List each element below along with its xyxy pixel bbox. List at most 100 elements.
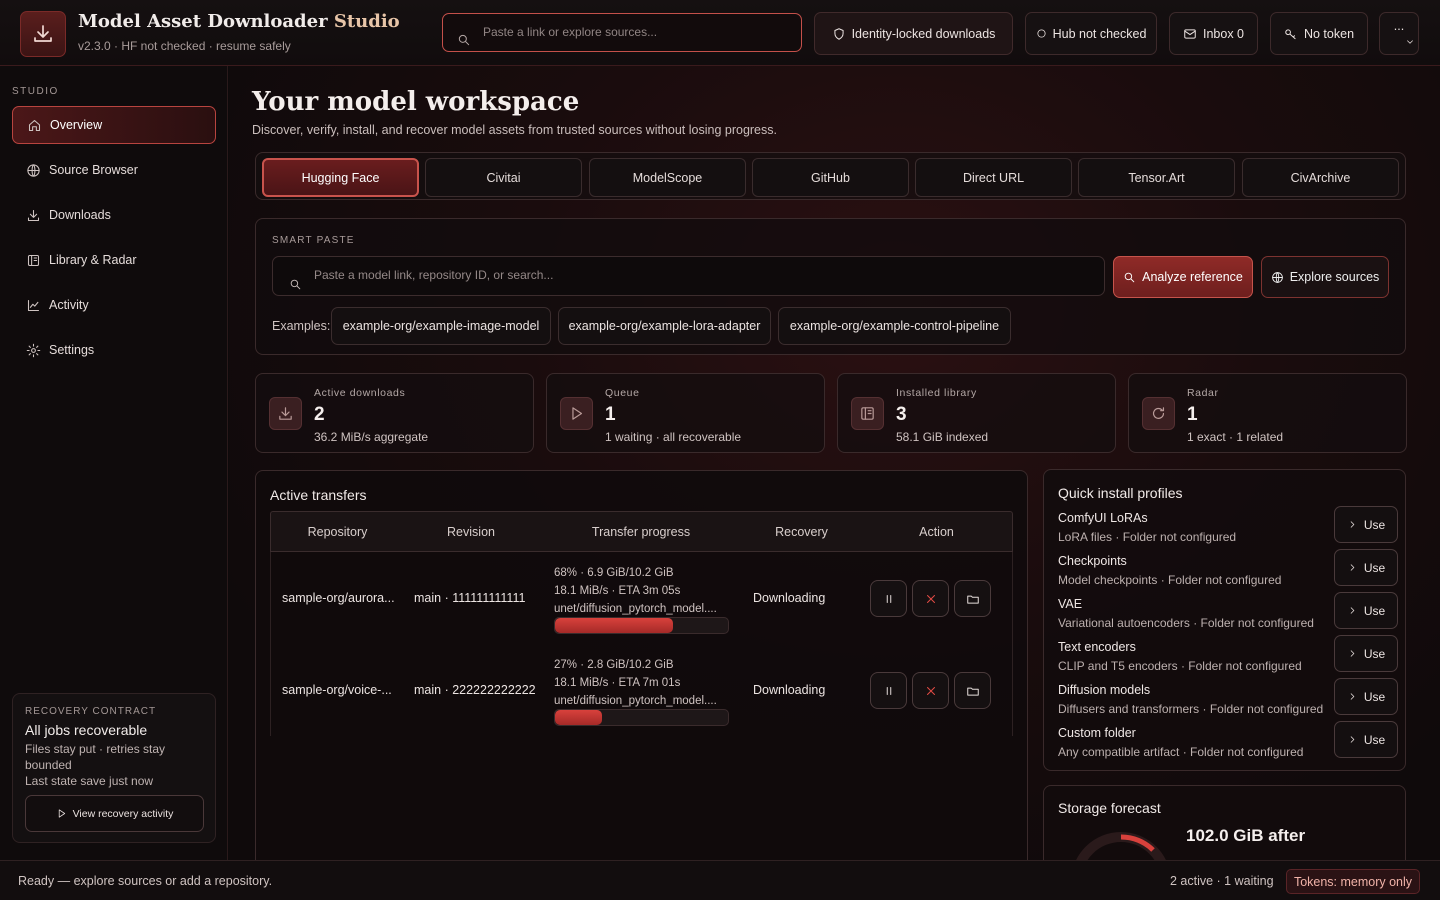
- transfers-table-header: Repository Revision Transfer progress Re…: [270, 511, 1013, 552]
- stat-label: Queue: [605, 387, 640, 399]
- identity-locked-button[interactable]: Identity-locked downloads: [814, 12, 1013, 55]
- library-icon: [27, 254, 40, 266]
- use-profile-button[interactable]: Use: [1334, 549, 1398, 586]
- tab-hugging-face[interactable]: Hugging Face: [262, 158, 419, 197]
- sidebar-item-library-radar[interactable]: Library & Radar: [12, 241, 216, 279]
- recovery-line-2: Last state save just now: [25, 774, 154, 788]
- storage-gauge: [1076, 832, 1166, 860]
- file-text: unet/diffusion_pytorch_model....: [554, 603, 717, 615]
- stat-subtext: 58.1 GiB indexed: [896, 430, 989, 444]
- sidebar-item-label: Library & Radar: [49, 253, 137, 267]
- tab-civitai[interactable]: Civitai: [425, 158, 582, 197]
- sidebar-item-downloads[interactable]: Downloads: [12, 196, 216, 234]
- use-profile-button[interactable]: Use: [1334, 506, 1398, 543]
- stat-value: 3: [896, 404, 907, 425]
- cancel-button[interactable]: [912, 580, 949, 617]
- smart-paste-box[interactable]: [272, 256, 1105, 296]
- sidebar-item-label: Downloads: [49, 208, 111, 222]
- search-icon: [458, 34, 470, 45]
- stat-card-queue: Queue 1 1 waiting · all recoverable: [546, 373, 825, 453]
- profile-item: Text encoders CLIP and T5 encoders · Fol…: [1058, 635, 1398, 680]
- sidebar-item-settings[interactable]: Settings: [12, 331, 216, 369]
- pause-icon: [886, 594, 891, 603]
- open-folder-button[interactable]: [954, 672, 991, 709]
- speed-text: 18.1 MiB/s · ETA 7m 01s: [554, 677, 681, 689]
- stat-label: Radar: [1187, 387, 1219, 399]
- chevron-right-icon: [1350, 607, 1355, 614]
- folder-icon: [966, 595, 979, 604]
- example-chip[interactable]: example-org/example-control-pipeline: [778, 307, 1011, 345]
- app-title-accent: Studio: [333, 11, 400, 32]
- main-content: Your model workspace Discover, verify, i…: [229, 66, 1440, 860]
- refresh-icon: [1142, 397, 1175, 430]
- tab-direct-url[interactable]: Direct URL: [915, 158, 1072, 197]
- top-search-input[interactable]: [483, 24, 783, 39]
- search-icon: [1124, 272, 1135, 282]
- tab-modelscope[interactable]: ModelScope: [589, 158, 746, 197]
- progress-bar-fill: [555, 710, 602, 725]
- view-recovery-label: View recovery activity: [72, 807, 174, 820]
- tab-tensor-art[interactable]: Tensor.Art: [1078, 158, 1235, 197]
- app-title: Model Asset Downloader Studio: [78, 11, 400, 32]
- profile-item: Checkpoints Model checkpoints · Folder n…: [1058, 549, 1398, 594]
- source-tabs: Hugging Face Civitai ModelScope GitHub D…: [255, 152, 1406, 200]
- sidebar-item-overview[interactable]: Overview: [12, 106, 216, 144]
- cancel-button[interactable]: [912, 672, 949, 709]
- explore-sources-button[interactable]: Explore sources: [1261, 256, 1389, 298]
- sidebar-item-source-browser[interactable]: Source Browser: [12, 151, 216, 189]
- view-recovery-button[interactable]: View recovery activity: [25, 795, 204, 832]
- use-profile-button[interactable]: Use: [1334, 635, 1398, 672]
- storage-title: Storage forecast: [1058, 800, 1161, 816]
- recovery-cell: Downloading: [753, 683, 826, 697]
- sidebar-item-activity[interactable]: Activity: [12, 286, 216, 324]
- token-label: No token: [1303, 26, 1355, 41]
- chevron-down-icon: [1407, 39, 1413, 44]
- inbox-button[interactable]: Inbox 0: [1169, 12, 1258, 55]
- profile-item: VAE Variational autoencoders · Folder no…: [1058, 592, 1398, 637]
- example-chip[interactable]: example-org/example-image-model: [331, 307, 551, 345]
- globe-icon: [1271, 271, 1283, 283]
- stat-label: Active downloads: [314, 387, 406, 399]
- file-text: unet/diffusion_pytorch_model....: [554, 695, 717, 707]
- top-search-box[interactable]: [442, 13, 802, 52]
- stat-value: 1: [1187, 404, 1198, 425]
- smart-paste-input[interactable]: [314, 268, 1094, 282]
- stat-label: Installed library: [896, 387, 977, 399]
- more-menu-button[interactable]: ...: [1379, 12, 1419, 55]
- recovery-title: All jobs recoverable: [25, 722, 148, 738]
- inbox-label: Inbox 0: [1202, 26, 1244, 41]
- stat-card-radar: Radar 1 1 exact · 1 related: [1128, 373, 1407, 453]
- download-icon: [27, 209, 40, 221]
- revision-cell: main · 111111111111: [414, 591, 526, 605]
- home-icon: [28, 119, 41, 131]
- pause-button[interactable]: [870, 580, 907, 617]
- example-chip[interactable]: example-org/example-lora-adapter: [558, 307, 771, 345]
- play-icon: [58, 809, 65, 818]
- identity-locked-label: Identity-locked downloads: [851, 26, 996, 41]
- use-profile-button[interactable]: Use: [1334, 678, 1398, 715]
- use-profile-button[interactable]: Use: [1334, 592, 1398, 629]
- profile-item: Diffusion models Diffusers and transform…: [1058, 678, 1398, 723]
- examples-label: Examples:: [272, 319, 331, 333]
- repo-cell: sample-org/voice-...: [282, 683, 392, 697]
- folder-icon: [966, 687, 979, 696]
- chevron-right-icon: [1350, 521, 1355, 528]
- pause-button[interactable]: [870, 672, 907, 709]
- use-label: Use: [1363, 689, 1386, 704]
- profile-item: Custom folder Any compatible artifact · …: [1058, 721, 1398, 766]
- token-button[interactable]: No token: [1270, 12, 1368, 55]
- hub-status-button[interactable]: Hub not checked: [1025, 12, 1157, 55]
- open-folder-button[interactable]: [954, 580, 991, 617]
- progress-bar-fill: [555, 618, 673, 633]
- tab-civarchive[interactable]: CivArchive: [1242, 158, 1399, 197]
- tab-github[interactable]: GitHub: [752, 158, 909, 197]
- use-label: Use: [1363, 517, 1386, 532]
- chevron-right-icon: [1350, 693, 1355, 700]
- analyze-reference-button[interactable]: Analyze reference: [1113, 256, 1253, 298]
- use-label: Use: [1363, 560, 1386, 575]
- progress-text: 68% · 6.9 GiB/10.2 GiB: [554, 567, 674, 579]
- sidebar-item-label: Settings: [49, 343, 95, 357]
- use-profile-button[interactable]: Use: [1334, 721, 1398, 758]
- status-bar: Ready — explore sources or add a reposit…: [0, 860, 1440, 900]
- globe-icon: [27, 163, 40, 177]
